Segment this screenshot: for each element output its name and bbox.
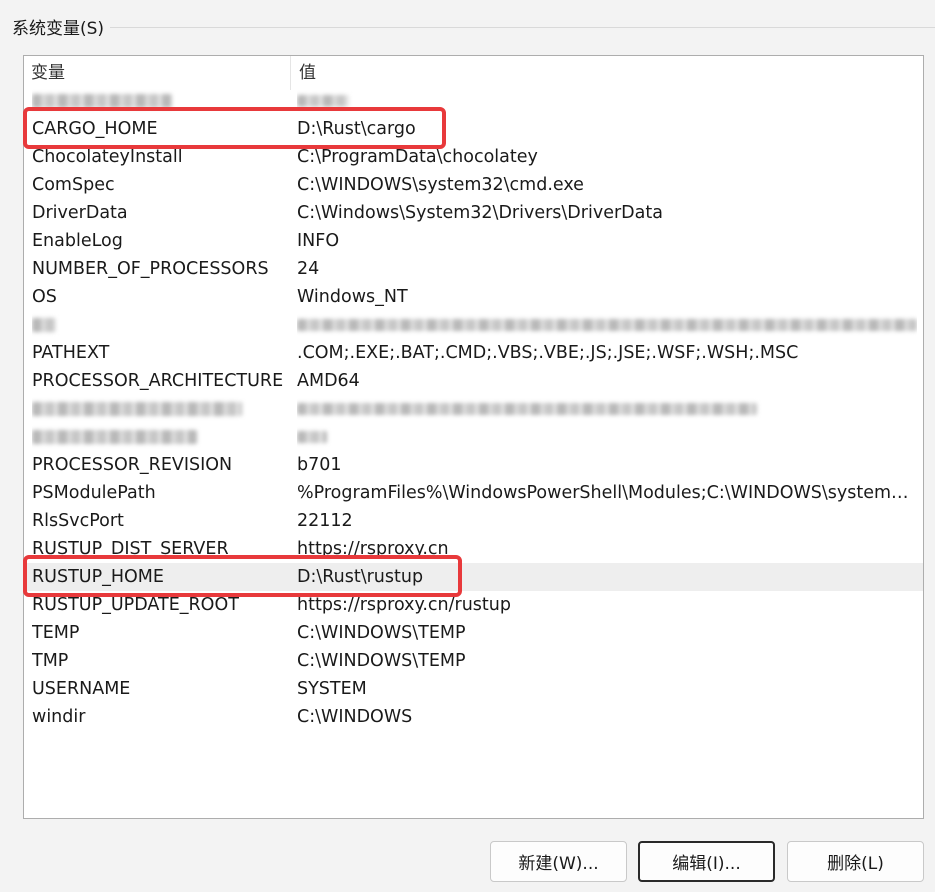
variable-value	[297, 423, 917, 451]
variable-value: AMD64	[297, 371, 360, 391]
variable-value: https://rsproxy.cn	[297, 539, 449, 559]
variable-name: OS	[32, 287, 57, 307]
delete-button[interactable]: 删除(L)	[787, 841, 924, 882]
variable-value: C:\Windows\System32\Drivers\DriverData	[297, 203, 663, 223]
column-header-variable[interactable]: 变量	[24, 56, 290, 90]
table-row[interactable]: windir C:\WINDOWS	[24, 703, 923, 731]
table-row[interactable]: PROCESSOR_REVISION b701	[24, 451, 923, 479]
table-row[interactable]	[24, 87, 923, 115]
variable-value: D:\Rust\cargo	[297, 119, 416, 139]
redacted-name	[32, 94, 172, 108]
table-row[interactable]: NUMBER_OF_PROCESSORS 24	[24, 255, 923, 283]
variable-name: PSModulePath	[32, 483, 156, 503]
table-row[interactable]: ComSpec C:\WINDOWS\system32\cmd.exe	[24, 171, 923, 199]
variable-name: NUMBER_OF_PROCESSORS	[32, 259, 269, 279]
variable-name: ComSpec	[32, 175, 115, 195]
variable-name: TEMP	[32, 623, 80, 643]
table-row[interactable]: USERNAME SYSTEM	[24, 675, 923, 703]
table-row[interactable]: OS Windows_NT	[24, 283, 923, 311]
variable-value: C:\ProgramData\chocolatey	[297, 147, 538, 167]
variable-name: RlsSvcPort	[32, 511, 124, 531]
variable-value: https://rsproxy.cn/rustup	[297, 595, 511, 615]
variable-name: PROCESSOR_REVISION	[32, 455, 233, 475]
variable-name: EnableLog	[32, 231, 123, 251]
table-row[interactable]	[24, 311, 923, 339]
redacted-value	[297, 431, 327, 443]
variable-value: C:\WINDOWS\system32\cmd.exe	[297, 175, 584, 195]
variable-name: RUSTUP_UPDATE_ROOT	[32, 595, 239, 615]
variable-value	[297, 87, 917, 115]
variable-name: windir	[32, 707, 86, 727]
variable-value: C:\WINDOWS\TEMP	[297, 623, 466, 643]
redacted-name	[32, 402, 242, 416]
variable-value: SYSTEM	[297, 679, 367, 699]
table-row[interactable]: RUSTUP_DIST_SERVER https://rsproxy.cn	[24, 535, 923, 563]
table-row[interactable]: DriverData C:\Windows\System32\Drivers\Dr…	[24, 199, 923, 227]
variable-value	[297, 395, 917, 423]
variable-value: %ProgramFiles%\WindowsPowerShell\Modules…	[297, 483, 917, 503]
variable-name	[32, 423, 290, 451]
table-row[interactable]: RlsSvcPort 22112	[24, 507, 923, 535]
variable-name	[32, 311, 290, 339]
redacted-value	[297, 319, 917, 331]
table-row[interactable]: PROCESSOR_ARCHITECTURE AMD64	[24, 367, 923, 395]
variable-name: TMP	[32, 651, 69, 671]
table-row[interactable]: RUSTUP_HOME D:\Rust\rustup	[24, 563, 923, 591]
variable-value: .COM;.EXE;.BAT;.CMD;.VBS;.VBE;.JS;.JSE;.…	[297, 343, 799, 363]
table-row[interactable]	[24, 423, 923, 451]
table-row[interactable]: TEMP C:\WINDOWS\TEMP	[24, 619, 923, 647]
variable-name: PATHEXT	[32, 343, 110, 363]
group-title: 系统变量(S)	[12, 14, 111, 39]
variable-name: USERNAME	[32, 679, 131, 699]
variable-value: INFO	[297, 231, 340, 251]
group-divider	[110, 27, 935, 28]
variable-value: b701	[297, 455, 342, 475]
table-row[interactable]: TMP C:\WINDOWS\TEMP	[24, 647, 923, 675]
column-header-value[interactable]: 值	[290, 56, 923, 90]
table-row[interactable]: RUSTUP_UPDATE_ROOT https://rsproxy.cn/rus…	[24, 591, 923, 619]
variable-name	[32, 395, 290, 423]
redacted-value	[297, 403, 757, 415]
redacted-name	[32, 430, 197, 444]
redacted-value	[297, 95, 349, 107]
table-row[interactable]: ChocolateyInstall C:\ProgramData\chocolat…	[24, 143, 923, 171]
table-row[interactable]: PSModulePath %ProgramFiles%\WindowsPowerS…	[24, 479, 923, 507]
variable-name: RUSTUP_HOME	[32, 567, 164, 587]
list-rows: CARGO_HOME D:\Rust\cargo ChocolateyInstall…	[24, 87, 923, 731]
variable-name: DriverData	[32, 203, 128, 223]
variable-value: 22112	[297, 511, 353, 531]
table-row[interactable]: CARGO_HOME D:\Rust\cargo	[24, 115, 923, 143]
table-row[interactable]	[24, 395, 923, 423]
variable-value: C:\WINDOWS\TEMP	[297, 651, 466, 671]
variable-name: PROCESSOR_ARCHITECTURE	[32, 371, 284, 391]
table-row[interactable]: PATHEXT .COM;.EXE;.BAT;.CMD;.VBS;.VBE;.JS…	[24, 339, 923, 367]
variable-value: 24	[297, 259, 320, 279]
system-variables-list[interactable]: 变量 值 CARGO_HOME D:\Rust\cargo ChocolateyIn…	[23, 55, 924, 819]
variable-name: CARGO_HOME	[32, 119, 158, 139]
variable-name: ChocolateyInstall	[32, 147, 183, 167]
variable-value: C:\WINDOWS	[297, 707, 413, 727]
redacted-name	[32, 318, 56, 332]
list-header: 变量 值	[24, 56, 923, 90]
variable-value: Windows_NT	[297, 287, 408, 307]
variable-value: D:\Rust\rustup	[297, 567, 424, 587]
new-button[interactable]: 新建(W)...	[490, 841, 627, 882]
variable-value	[297, 311, 917, 339]
table-row[interactable]: EnableLog INFO	[24, 227, 923, 255]
edit-button[interactable]: 编辑(I)...	[638, 841, 775, 882]
variable-name	[32, 87, 290, 115]
variable-name: RUSTUP_DIST_SERVER	[32, 539, 229, 559]
